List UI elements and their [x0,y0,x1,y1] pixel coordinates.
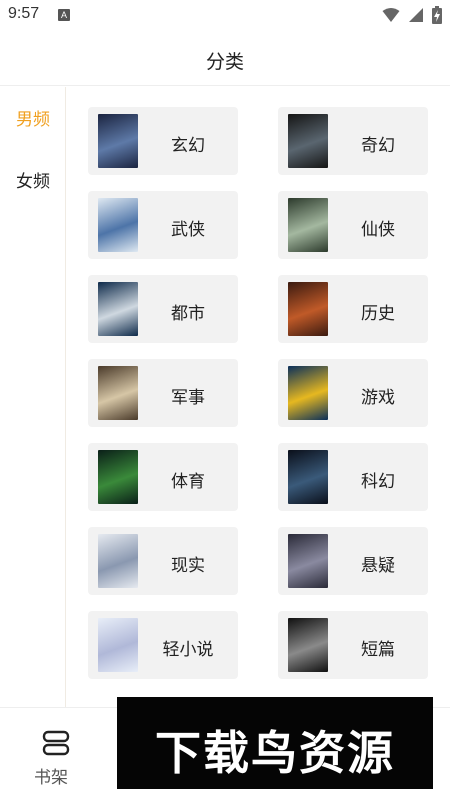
notification-a-icon: A [58,9,70,21]
category-item[interactable]: 武侠 [88,191,238,259]
category-label: 仙侠 [361,220,395,240]
category-label: 科幻 [361,472,395,492]
category-item[interactable]: 体育 [88,443,238,511]
status-bar: 9:57 A [0,0,450,30]
category-label: 轻小说 [162,640,214,660]
category-item[interactable]: 历史 [278,275,428,343]
category-item[interactable]: 短篇 [278,611,428,679]
category-label: 体育 [171,472,205,492]
book-cover-image [98,534,138,588]
book-cover-image [288,618,328,672]
book-cover-image [98,450,138,504]
book-cover-image [98,618,138,672]
category-label: 历史 [361,304,395,324]
battery-icon [432,6,442,24]
category-item[interactable]: 悬疑 [278,527,428,595]
book-cover-image [288,450,328,504]
category-label: 玄幻 [171,136,205,156]
book-cover-image [288,366,328,420]
category-item[interactable]: 仙侠 [278,191,428,259]
book-cover-image [98,366,138,420]
bookshelf-tab-label[interactable]: 书架 [34,763,68,788]
category-item[interactable]: 科幻 [278,443,428,511]
wifi-icon [382,8,400,22]
header: 分类 [0,30,450,86]
book-cover-image [288,282,328,336]
category-label: 短篇 [361,640,395,660]
category-label: 游戏 [361,388,395,408]
category-label: 悬疑 [361,556,395,576]
status-icons [382,6,442,24]
category-label: 现实 [171,556,205,576]
category-sidebar: 男频 女频 [0,87,66,707]
book-cover-image [288,534,328,588]
sidebar-item-male[interactable]: 男频 [0,105,66,130]
watermark-text: 下载鸟资源 [155,726,395,780]
watermark-banner: 下载鸟资源 [117,697,433,789]
book-cover-image [288,114,328,168]
signal-icon [409,8,423,22]
category-item[interactable]: 现实 [88,527,238,595]
book-cover-image [98,282,138,336]
category-item[interactable]: 轻小说 [88,611,238,679]
book-cover-image [288,198,328,252]
category-label: 奇幻 [361,136,395,156]
sidebar-item-female[interactable]: 女频 [0,167,66,192]
page-title: 分类 [205,51,244,73]
book-cover-image [98,114,138,168]
category-item[interactable]: 军事 [88,359,238,427]
category-label: 武侠 [171,220,205,240]
category-label: 都市 [171,304,205,324]
category-label: 军事 [171,388,205,408]
category-item[interactable]: 游戏 [278,359,428,427]
category-item[interactable]: 奇幻 [278,107,428,175]
category-item[interactable]: 玄幻 [88,107,238,175]
book-cover-image [98,198,138,252]
category-item[interactable]: 都市 [88,275,238,343]
bookshelf-icon[interactable] [42,730,70,756]
status-time: 9:57 [8,5,40,22]
